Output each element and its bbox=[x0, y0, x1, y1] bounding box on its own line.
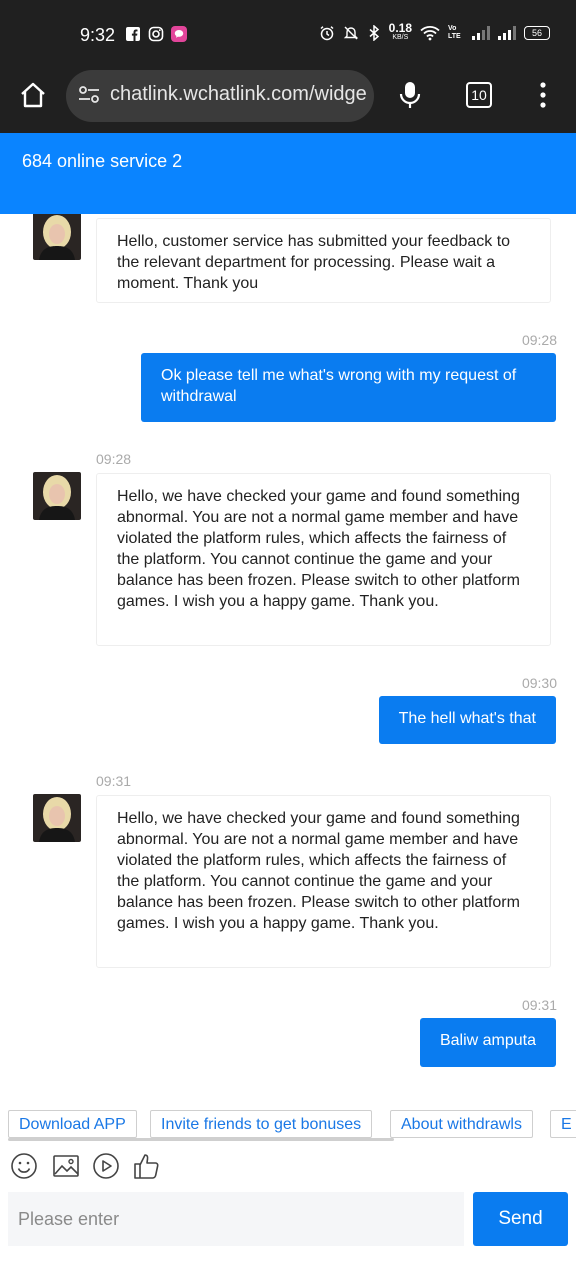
battery-indicator: 56 bbox=[524, 26, 550, 40]
tab-switcher-button[interactable]: 10 bbox=[466, 82, 492, 108]
speed-unit: KB/S bbox=[392, 34, 409, 41]
volte-label: Vo LTE bbox=[448, 25, 461, 40]
signal-icon-2 bbox=[498, 26, 516, 40]
agent-avatar bbox=[33, 794, 81, 842]
send-button[interactable]: Send bbox=[473, 1192, 568, 1246]
home-icon[interactable] bbox=[18, 80, 48, 110]
agent-avatar-image bbox=[33, 472, 81, 520]
address-bar[interactable]: chatlink.wchatlink.com/widget bbox=[66, 70, 374, 122]
message-timestamp: 09:28 bbox=[96, 451, 132, 467]
quick-reply-invite-friends[interactable]: Invite friends to get bonuses bbox=[150, 1110, 373, 1138]
video-icon[interactable] bbox=[92, 1152, 120, 1180]
message-text: Hello, we have checked your game and fou… bbox=[117, 488, 520, 610]
alarm-icon bbox=[320, 26, 334, 41]
message-text: Hello, we have checked your game and fou… bbox=[117, 810, 520, 932]
chat-message-list[interactable]: Hello, customer service has submitted yo… bbox=[0, 214, 576, 1100]
image-icon[interactable] bbox=[52, 1152, 80, 1180]
user-message-bubble: Ok please tell me what's wrong with my r… bbox=[141, 353, 556, 422]
composer-tools bbox=[10, 1152, 210, 1180]
message-text: Ok please tell me what's wrong with my r… bbox=[161, 367, 517, 405]
chat-header: 684 online service 2 bbox=[0, 133, 576, 214]
chat-app-icon bbox=[171, 26, 187, 42]
thumbs-up-icon[interactable] bbox=[132, 1152, 160, 1180]
agent-avatar bbox=[33, 472, 81, 520]
wifi-icon bbox=[420, 26, 440, 41]
message-text: The hell what's that bbox=[398, 710, 536, 727]
more-options-icon[interactable] bbox=[538, 82, 548, 108]
status-time: 9:32 bbox=[80, 25, 116, 45]
signal-icon-1 bbox=[472, 26, 490, 40]
user-message-bubble: Baliw amputa bbox=[419, 1018, 556, 1067]
mute-icon bbox=[343, 26, 358, 40]
message-text: Hello, customer service has submitted yo… bbox=[117, 233, 511, 292]
agent-message-bubble: Hello, we have checked your game and fou… bbox=[96, 795, 551, 968]
agent-avatar bbox=[33, 214, 81, 260]
message-timestamp: 09:30 bbox=[521, 675, 557, 691]
bluetooth-icon bbox=[369, 25, 379, 41]
emoji-icon[interactable] bbox=[10, 1152, 38, 1180]
agent-message-bubble: Hello, we have checked your game and fou… bbox=[96, 473, 551, 646]
agent-message-bubble: Hello, customer service has submitted yo… bbox=[96, 218, 551, 303]
microphone-icon[interactable] bbox=[398, 80, 422, 110]
browser-toolbar: chatlink.wchatlink.com/widget 10 bbox=[0, 70, 576, 133]
quick-reply-scrollbar[interactable] bbox=[8, 1138, 394, 1141]
quick-reply-about-withdrawls[interactable]: About withdrawls bbox=[390, 1110, 533, 1138]
network-speed: 0.18 KB/S bbox=[388, 21, 412, 42]
message-timestamp: 09:31 bbox=[521, 997, 557, 1013]
message-timestamp: 09:31 bbox=[96, 773, 132, 789]
url-text: chatlink.wchatlink.com/widget bbox=[110, 83, 366, 105]
agent-avatar-image bbox=[33, 794, 81, 842]
message-text: Baliw amputa bbox=[439, 1032, 536, 1049]
site-settings-icon[interactable] bbox=[78, 85, 100, 105]
user-message-bubble: The hell what's that bbox=[378, 696, 556, 744]
status-indicators: 0.18 KB/S Vo LTE 56 bbox=[319, 21, 550, 42]
quick-reply-bar[interactable]: Download APP Invite friends to get bonus… bbox=[0, 1108, 576, 1142]
speed-value: 0.18 bbox=[388, 21, 412, 35]
page-title: 684 online service 2 bbox=[22, 151, 183, 171]
agent-avatar-image bbox=[33, 214, 81, 260]
quick-reply-download-app[interactable]: Download APP bbox=[8, 1110, 137, 1138]
instagram-icon bbox=[148, 26, 164, 42]
message-input[interactable] bbox=[8, 1192, 464, 1246]
message-timestamp: 09:28 bbox=[521, 332, 557, 348]
status-bar: 9:32 0.18 KB/S Vo LTE 56 bbox=[0, 0, 576, 70]
facebook-icon bbox=[126, 27, 140, 41]
quick-reply-partial[interactable]: E bbox=[550, 1110, 576, 1138]
